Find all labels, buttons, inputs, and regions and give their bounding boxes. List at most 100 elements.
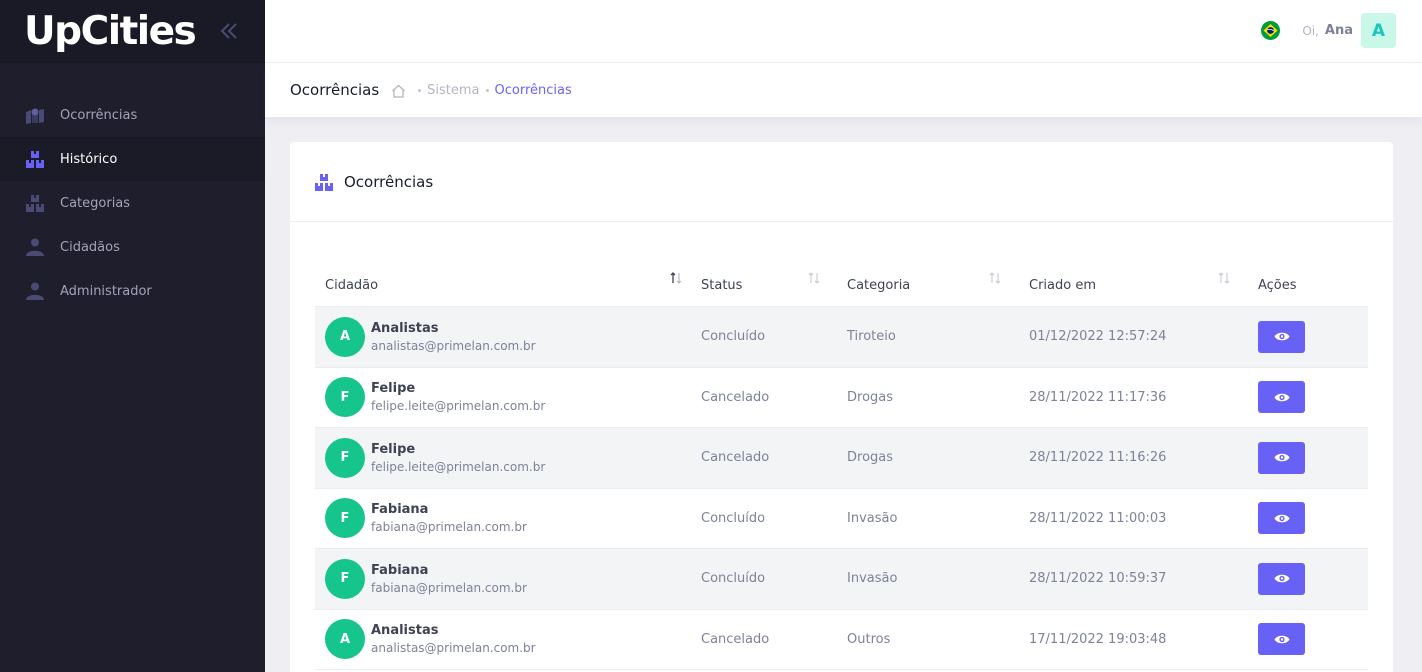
- table-row: F Felipe felipe.leite@primelan.com.br Ca…: [315, 368, 1368, 428]
- category-cell: Invasão: [847, 510, 898, 526]
- actions-cell: [1248, 320, 1368, 353]
- avatar[interactable]: A: [1361, 13, 1396, 48]
- created-cell: 28/11/2022 11:16:26: [1029, 450, 1167, 466]
- status-cell: Concluído: [701, 329, 766, 345]
- sidebar-item-label: Categorias: [60, 195, 131, 211]
- view-button[interactable]: [1258, 502, 1305, 535]
- avatar: A: [325, 316, 365, 357]
- citizen-cell: F Felipe felipe.leite@primelan.com.br: [315, 437, 691, 478]
- column-header-categoria[interactable]: Categoria: [837, 264, 1019, 307]
- citizen-name: Felipe: [371, 441, 416, 457]
- citizen-email: fabiana@primelan.com.br: [371, 580, 527, 595]
- eye-icon: [1274, 393, 1289, 401]
- status-cell: Cancelado: [701, 450, 770, 466]
- citizen-name: Fabiana: [371, 562, 429, 578]
- eye-icon: [1274, 635, 1289, 643]
- user-icon: [24, 281, 46, 301]
- sidebar-item-historico[interactable]: Histórico: [0, 137, 265, 181]
- created-cell: 17/11/2022 19:03:48: [1029, 631, 1167, 647]
- status-cell: Concluído: [701, 571, 766, 587]
- view-button[interactable]: [1258, 381, 1305, 414]
- top-header: Oi, Ana A: [265, 0, 1422, 63]
- view-button[interactable]: [1258, 320, 1305, 353]
- actions-cell: [1248, 562, 1368, 595]
- breadcrumb-separator: [418, 88, 422, 92]
- table-row: F Fabiana fabiana@primelan.com.br Conclu…: [315, 549, 1368, 610]
- sidebar-item-cidadaos[interactable]: Cidadãos: [0, 225, 265, 269]
- citizen-cell: A Analistas analistas@primelan.com.br: [315, 316, 691, 357]
- column-label: Cidadão: [325, 277, 379, 293]
- column-header-criado-em[interactable]: Criado em: [1019, 264, 1248, 307]
- user-area: Oi, Ana A: [1261, 13, 1396, 48]
- status-cell: Concluído: [701, 510, 766, 526]
- sidebar-item-label: Administrador: [60, 283, 152, 299]
- sort-icon: [808, 271, 820, 284]
- citizen-email: fabiana@primelan.com.br: [371, 520, 527, 535]
- occurrences-table: Cidadão Status Categoria Criado em Ações: [315, 264, 1368, 670]
- table-row: F Fabiana fabiana@primelan.com.br Conclu…: [315, 489, 1368, 549]
- breadcrumb-sistema[interactable]: Sistema: [427, 83, 479, 98]
- avatar: F: [325, 558, 365, 599]
- breadcrumb-ocorrencias[interactable]: Ocorrências: [495, 83, 572, 98]
- table-row: A Analistas analistas@primelan.com.br Ca…: [315, 610, 1368, 670]
- boxes-icon: [24, 193, 46, 213]
- sidebar-item-categorias[interactable]: Categorias: [0, 181, 265, 225]
- sidebar-menu: Ocorrências Histórico Categorias Cidadão…: [0, 63, 265, 313]
- card-title: Ocorrências: [344, 172, 434, 191]
- avatar: F: [325, 377, 365, 418]
- actions-cell: [1248, 381, 1368, 414]
- citizen-email: felipe.leite@primelan.com.br: [371, 459, 546, 474]
- citizen-cell: F Felipe felipe.leite@primelan.com.br: [315, 377, 691, 418]
- sidebar-item-label: Histórico: [60, 151, 118, 167]
- logo[interactable]: UpCities: [24, 12, 197, 51]
- column-header-acoes: Ações: [1248, 264, 1368, 307]
- column-header-status[interactable]: Status: [691, 264, 837, 307]
- citizen-name: Analistas: [371, 623, 439, 639]
- citizen-email: felipe.leite@primelan.com.br: [371, 399, 546, 414]
- category-cell: Drogas: [847, 450, 894, 466]
- collapse-sidebar-icon[interactable]: [219, 20, 239, 42]
- actions-cell: [1248, 623, 1368, 656]
- greeting-text: Oi,: [1302, 23, 1319, 38]
- created-cell: 28/11/2022 11:17:36: [1029, 389, 1167, 405]
- sort-icon: [989, 271, 1001, 284]
- eye-icon: [1274, 514, 1289, 522]
- table-body: A Analistas analistas@primelan.com.br Co…: [315, 307, 1368, 670]
- breadcrumb-separator: [485, 88, 489, 92]
- eye-icon: [1274, 454, 1289, 462]
- view-button[interactable]: [1258, 623, 1305, 656]
- eye-icon: [1274, 333, 1289, 341]
- home-icon[interactable]: [391, 83, 406, 98]
- table-header: Cidadão Status Categoria Criado em Ações: [315, 264, 1368, 307]
- status-cell: Cancelado: [701, 389, 770, 405]
- avatar: F: [325, 498, 365, 539]
- brazil-flag-icon[interactable]: [1261, 21, 1281, 40]
- category-cell: Invasão: [847, 571, 898, 587]
- sidebar-item-ocorrencias[interactable]: Ocorrências: [0, 93, 265, 137]
- citizen-cell: A Analistas analistas@primelan.com.br: [315, 619, 691, 660]
- view-button[interactable]: [1258, 441, 1305, 474]
- category-cell: Tiroteio: [847, 329, 896, 345]
- created-cell: 28/11/2022 10:59:37: [1029, 571, 1167, 587]
- citizen-cell: F Fabiana fabiana@primelan.com.br: [315, 558, 691, 599]
- occurrences-card: Ocorrências Cidadão Status Categoria Cri…: [290, 142, 1393, 672]
- citizen-email: analistas@primelan.com.br: [371, 338, 536, 353]
- created-cell: 01/12/2022 12:57:24: [1029, 329, 1167, 345]
- column-header-cidadao[interactable]: Cidadão: [315, 264, 691, 307]
- avatar: A: [325, 619, 365, 660]
- citizen-email: analistas@primelan.com.br: [371, 641, 536, 656]
- view-button[interactable]: [1258, 562, 1305, 595]
- sidebar-brand: UpCities: [0, 0, 265, 63]
- sidebar: UpCities Ocorrências Histórico Categoria…: [0, 0, 265, 672]
- sort-asc-icon: [670, 271, 682, 284]
- column-label: Ações: [1258, 277, 1297, 293]
- sidebar-item-administrador[interactable]: Administrador: [0, 269, 265, 313]
- user-icon: [24, 237, 46, 257]
- citizen-name: Analistas: [371, 320, 439, 336]
- user-name[interactable]: Ana: [1325, 23, 1353, 38]
- table-row: F Felipe felipe.leite@primelan.com.br Ca…: [315, 428, 1368, 489]
- citizen-name: Felipe: [371, 381, 416, 397]
- subheader: Ocorrências Sistema Ocorrências: [265, 63, 1422, 117]
- eye-icon: [1274, 575, 1289, 583]
- sort-icon: [1218, 271, 1230, 284]
